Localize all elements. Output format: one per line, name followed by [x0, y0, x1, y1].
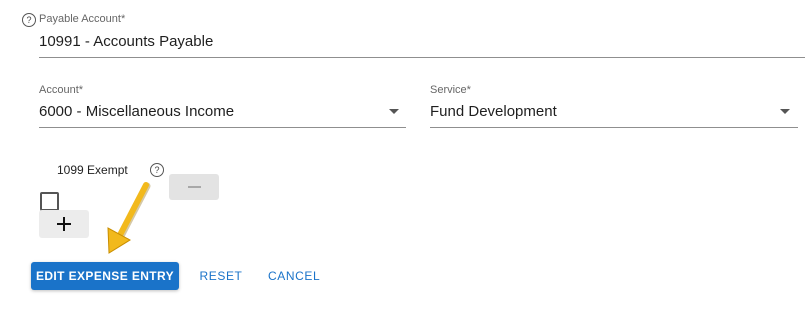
service-label: Service*: [430, 84, 471, 96]
remove-row-button[interactable]: [169, 174, 219, 200]
plus-icon-v: [63, 217, 65, 231]
payable-account-label: Payable Account*: [39, 13, 126, 25]
minus-icon: [188, 186, 201, 188]
service-underline: [430, 127, 798, 128]
exempt-1099-checkbox[interactable]: [40, 192, 59, 211]
add-row-button[interactable]: [39, 210, 89, 238]
account-underline: [39, 127, 406, 128]
account-chevron-down-icon[interactable]: [389, 109, 399, 114]
yellow-arrow-annotation-icon: [107, 182, 151, 254]
edit-expense-entry-button[interactable]: EDIT EXPENSE ENTRY: [31, 262, 179, 290]
account-select[interactable]: 6000 - Miscellaneous Income: [39, 103, 234, 120]
payable-account-underline: [39, 57, 805, 58]
service-chevron-down-icon[interactable]: [780, 109, 790, 114]
account-label: Account*: [39, 84, 84, 96]
payable-account-help-icon[interactable]: ?: [22, 13, 36, 27]
payable-account-field[interactable]: 10991 - Accounts Payable: [39, 33, 213, 50]
exempt-1099-help-icon[interactable]: ?: [150, 163, 164, 177]
exempt-1099-label: 1099 Exempt: [57, 163, 128, 177]
cancel-button[interactable]: CANCEL: [268, 262, 320, 290]
reset-button[interactable]: RESET: [199, 262, 243, 290]
service-select[interactable]: Fund Development: [430, 103, 557, 120]
